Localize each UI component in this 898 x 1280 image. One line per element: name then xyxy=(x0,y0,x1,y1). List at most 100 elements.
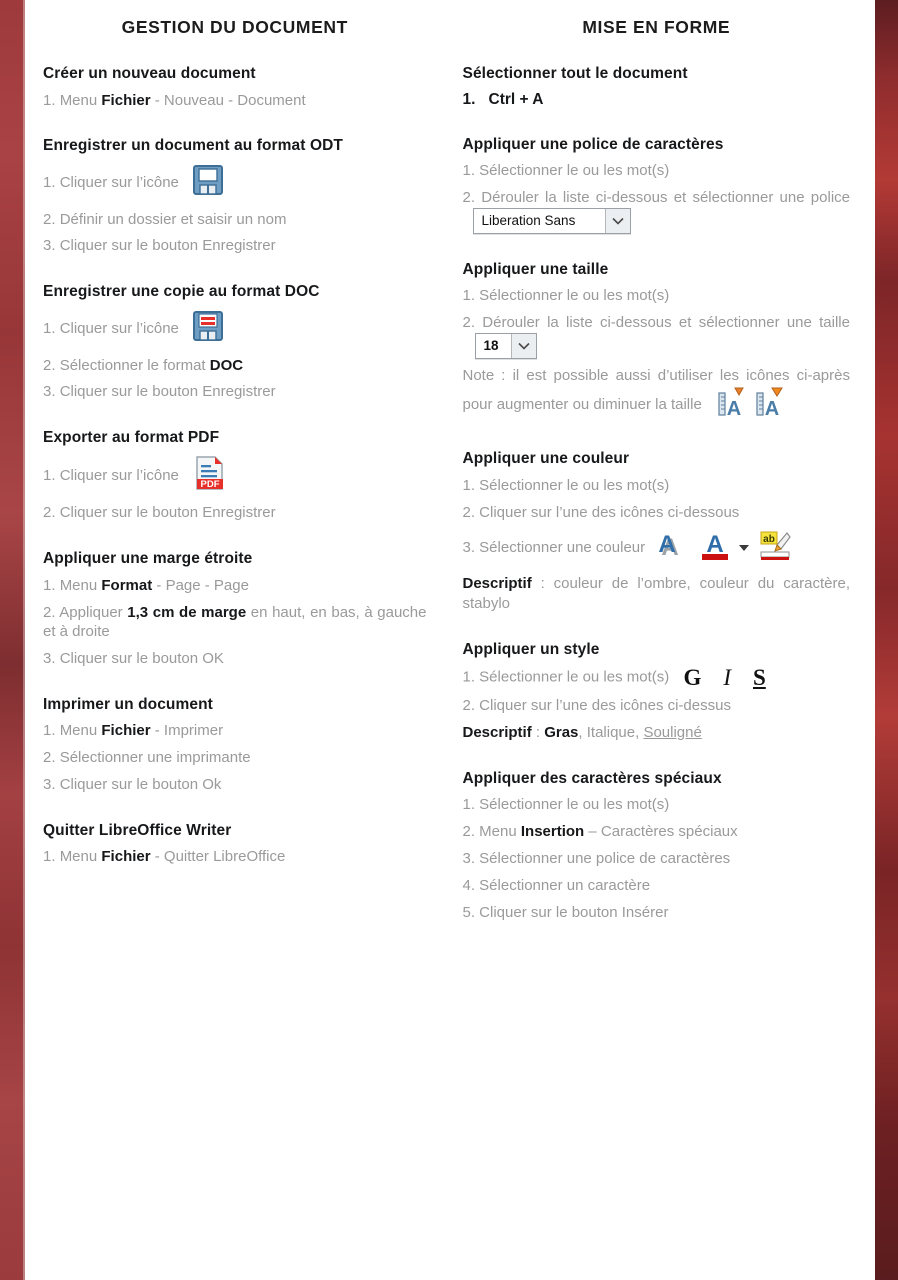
decrease-font-size-icon[interactable]: A xyxy=(754,386,786,424)
step-text: Cliquer sur l’icône xyxy=(59,319,179,337)
step-item: 2. Sélectionner une imprimante xyxy=(43,748,427,768)
step-item: 1. Cliquer sur l’icône xyxy=(43,163,427,203)
step-descriptif: Descriptif : Gras, Italique, Souligné xyxy=(463,723,851,743)
step-text: Cliquer sur le bouton Enregistrer xyxy=(59,383,276,401)
step-number: 1. xyxy=(43,466,60,484)
section-marge-etroite: Appliquer une marge étroite 1. Menu Form… xyxy=(43,549,427,669)
step-text: 2. Cliquer sur l’une des icônes ci-desso… xyxy=(462,503,740,521)
step-text-tail: - Imprimer xyxy=(150,722,224,740)
section-enregistrer-doc: Enregistrer une copie au format DOC 1. C… xyxy=(43,282,427,402)
step-item: 1. Sélectionner le ou les mot(s) xyxy=(463,161,851,181)
step-number: 1. xyxy=(43,722,60,740)
descriptif-souligne: Souligné xyxy=(643,724,702,742)
right-column-title: MISE EN FORME xyxy=(582,17,731,37)
section-imprimer-document: Imprimer un document 1. Menu Fichier - I… xyxy=(43,695,427,795)
section-caracteres-speciaux: Appliquer des caractères spéciaux 1. Sél… xyxy=(463,769,851,923)
svg-text:A: A xyxy=(707,531,724,558)
step-item: 2. Dérouler la liste ci-dessous et sélec… xyxy=(462,188,851,234)
section-exporter-pdf: Exporter au format PDF 1. Cliquer sur l’… xyxy=(43,428,427,523)
section-heading: Appliquer une taille xyxy=(462,260,609,278)
right-decorative-band xyxy=(872,0,898,1280)
step-text: Cliquer sur l’icône xyxy=(59,466,179,484)
step-item: 1. Menu Fichier - Quitter LibreOffice xyxy=(43,847,427,867)
bold-icon[interactable]: G xyxy=(683,666,701,689)
section-heading: Imprimer un document xyxy=(43,695,213,713)
section-heading: Exporter au format PDF xyxy=(43,429,220,447)
step-text: 1. Sélectionner le ou les mot(s) xyxy=(462,287,670,305)
step-item: 1. Cliquer sur l’icône xyxy=(43,309,427,349)
descriptif-mid: , Italique, xyxy=(578,724,644,742)
step-text: Cliquer sur le bouton OK xyxy=(59,650,224,668)
section-heading: Sélectionner tout le document xyxy=(462,65,688,82)
descriptif-label: Descriptif xyxy=(462,575,532,593)
step-item: 2. Sélectionner le format DOC xyxy=(43,356,427,376)
step-item: 1. Sélectionner le ou les mot(s) xyxy=(463,795,851,815)
step-item: 3. Sélectionner une police de caractères xyxy=(463,849,851,869)
section-taille-police: Appliquer une taille 1. Sélectionner le … xyxy=(463,260,851,424)
step-item: 1. Sélectionner le ou les mot(s) G I S xyxy=(463,666,851,689)
step-text: Appliquer xyxy=(59,603,128,621)
descriptif-label: Descriptif xyxy=(462,724,532,742)
step-text-tail: – Caractères spéciaux xyxy=(584,823,738,841)
section-quitter-writer: Quitter LibreOffice Writer 1. Menu Fichi… xyxy=(43,821,427,867)
step-number: 2. xyxy=(43,356,60,374)
svg-text:PDF: PDF xyxy=(201,479,220,490)
chevron-down-icon[interactable] xyxy=(510,333,536,358)
step-text-tail: - Page - Page xyxy=(152,576,249,594)
step-item: 3. Cliquer sur le bouton Ok xyxy=(43,775,427,795)
italic-icon[interactable]: I xyxy=(723,666,731,689)
step-number: 1. xyxy=(43,91,60,109)
left-decorative-band xyxy=(0,0,25,1280)
step-text: 1. Sélectionner le ou les mot(s) xyxy=(462,162,670,180)
step-item: 2. Définir un dossier et saisir un nom xyxy=(43,210,427,230)
chevron-down-icon[interactable] xyxy=(604,208,630,233)
step-item: 1. Sélectionner le ou les mot(s) xyxy=(463,286,851,306)
svg-text:ab: ab xyxy=(763,534,775,545)
step-emphasis: Fichier xyxy=(101,722,151,740)
step-item: 3. Cliquer sur le bouton Enregistrer xyxy=(43,382,427,402)
section-heading: Appliquer une marge étroite xyxy=(43,550,253,568)
step-text: 2. Menu xyxy=(462,823,521,841)
step-note: Note : il est possible aussi d’utiliser … xyxy=(463,366,851,424)
highlight-icon[interactable]: ab xyxy=(757,529,792,567)
step-number: 1. xyxy=(43,848,60,866)
save-floppy-icon[interactable] xyxy=(191,163,225,203)
step-item: 2. Menu Insertion – Caractères spéciaux xyxy=(463,822,851,842)
step-text: Cliquer sur le bouton Enregistrer xyxy=(59,237,276,255)
section-appliquer-style: Appliquer un style 1. Sélectionner le ou… xyxy=(463,640,851,743)
font-family-select[interactable]: Liberation Sans xyxy=(472,207,631,234)
right-column: MISE EN FORME Sélectionner tout le docum… xyxy=(449,0,873,1280)
step-text: Menu xyxy=(59,848,102,866)
export-pdf-icon[interactable]: PDF xyxy=(193,455,227,497)
step-item: 1. Cliquer sur l’icône PDF xyxy=(43,455,427,497)
step-descriptif: Descriptif : couleur de l’ombre, couleur… xyxy=(463,574,851,614)
font-size-value: 18 xyxy=(483,337,499,353)
underline-icon[interactable]: S xyxy=(753,666,766,689)
increase-font-size-icon[interactable]: A xyxy=(716,386,748,424)
save-as-icon[interactable] xyxy=(191,309,225,349)
section-heading: Créer un nouveau document xyxy=(43,65,256,82)
svg-text:A: A xyxy=(727,398,741,418)
shadow-color-icon[interactable]: A A xyxy=(657,530,691,566)
section-heading: Appliquer une police de caractères xyxy=(462,135,724,153)
shortcut-line: 1. Ctrl + A xyxy=(463,91,851,109)
font-color-icon[interactable]: A xyxy=(699,529,731,567)
step-text: 4. Sélectionner un caractère xyxy=(462,876,651,894)
step-text: Définir un dossier et saisir un nom xyxy=(59,210,287,228)
step-item: 2. Dérouler la liste ci-dessous et sélec… xyxy=(462,313,851,359)
step-text: 5. Cliquer sur le bouton Insérer xyxy=(462,903,669,921)
step-text: 2. Cliquer sur l’une des icônes ci-dessu… xyxy=(462,697,731,715)
step-text: Menu xyxy=(59,576,102,594)
step-item: 1. Menu Fichier - Imprimer xyxy=(43,721,427,741)
dropdown-arrow-icon[interactable] xyxy=(739,538,750,558)
step-item: 2. Appliquer 1,3 cm de marge en haut, en… xyxy=(43,603,427,643)
font-size-select[interactable]: 18 xyxy=(474,332,537,359)
two-column-layout: GESTION DU DOCUMENT Créer un nouveau doc… xyxy=(25,0,872,1280)
step-number: 1. xyxy=(43,173,60,191)
step-text: 2. Dérouler la liste ci-dessous et sélec… xyxy=(462,313,851,331)
step-item: 3. Cliquer sur le bouton Enregistrer xyxy=(43,236,427,256)
step-text: 2. Dérouler la liste ci-dessous et sélec… xyxy=(462,188,851,206)
step-item: 5. Cliquer sur le bouton Insérer xyxy=(463,903,851,923)
step-emphasis: Format xyxy=(101,576,153,594)
step-text: Cliquer sur le bouton Enregistrer xyxy=(59,504,276,522)
